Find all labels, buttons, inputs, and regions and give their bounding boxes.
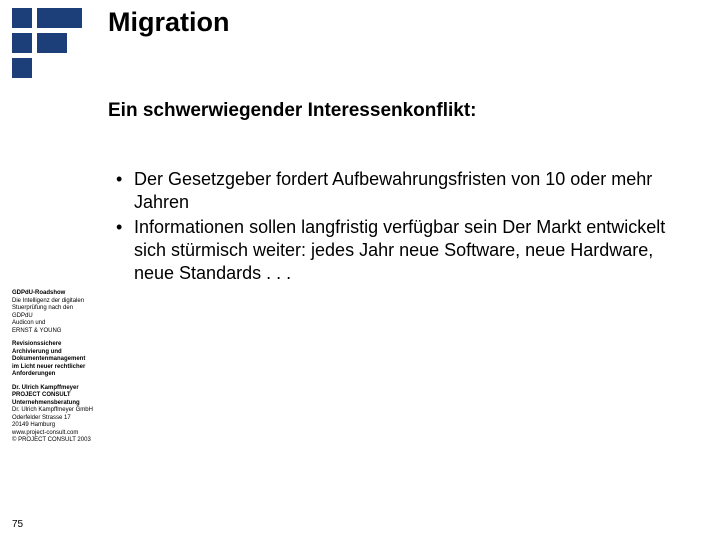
sidebar-line: ERNST & YOUNG [12,328,102,336]
sidebar-line: Audicon und [12,320,102,328]
sidebar-line: Archivierung und [12,349,102,357]
page-subtitle: Ein schwerwiegender Interessenkonflikt: [108,100,477,122]
bullet-list: Der Gesetzgeber fordert Aufbewahrungsfri… [108,168,698,285]
sidebar-line: Stuerprüfung nach den [12,305,102,313]
sidebar-line: PROJECT CONSULT [12,392,102,400]
sidebar-line: Revisionssichere [12,341,102,349]
sidebar-line: Dr. Ulrich Kampffmeyer [12,385,102,393]
sidebar-line: Die Intelligenz der digitalen [12,298,102,306]
sidebar-line: © PROJECT CONSULT 2003 [12,437,102,445]
sidebar-meta: GDPdU-Roadshow Die Intelligenz der digit… [12,290,102,451]
bullet-item: Der Gesetzgeber fordert Aufbewahrungsfri… [108,168,698,214]
sidebar-line: im Licht neuer rechtlicher [12,364,102,372]
page-title: Migration [108,7,230,38]
bullet-item: Informationen sollen langfristig verfügb… [108,216,698,285]
sidebar-block-2: Revisionssichere Archivierung und Dokume… [12,341,102,379]
sidebar-line: Dr. Ulrich Kampffmeyer GmbH [12,407,102,415]
slide: Migration Ein schwerwiegender Interessen… [0,0,720,540]
sidebar-line: 20149 Hamburg [12,422,102,430]
sidebar-line: GDPdU-Roadshow [12,290,102,298]
sidebar-line: GDPdU [12,313,102,321]
sidebar-line: www.project-consult.com [12,430,102,438]
sidebar-line: Dokumentenmanagement [12,356,102,364]
company-logo [12,8,82,78]
sidebar-line: Anforderungen [12,371,102,379]
slide-number: 75 [12,519,23,530]
sidebar-block-1: GDPdU-Roadshow Die Intelligenz der digit… [12,290,102,335]
body-content: Der Gesetzgeber fordert Aufbewahrungsfri… [108,168,698,287]
sidebar-line: Oderfelder Strasse 17 [12,415,102,423]
sidebar-block-3: Dr. Ulrich Kampffmeyer PROJECT CONSULT U… [12,385,102,445]
sidebar-line: Unternehmensberatung [12,400,102,408]
logo-icon [12,8,82,78]
